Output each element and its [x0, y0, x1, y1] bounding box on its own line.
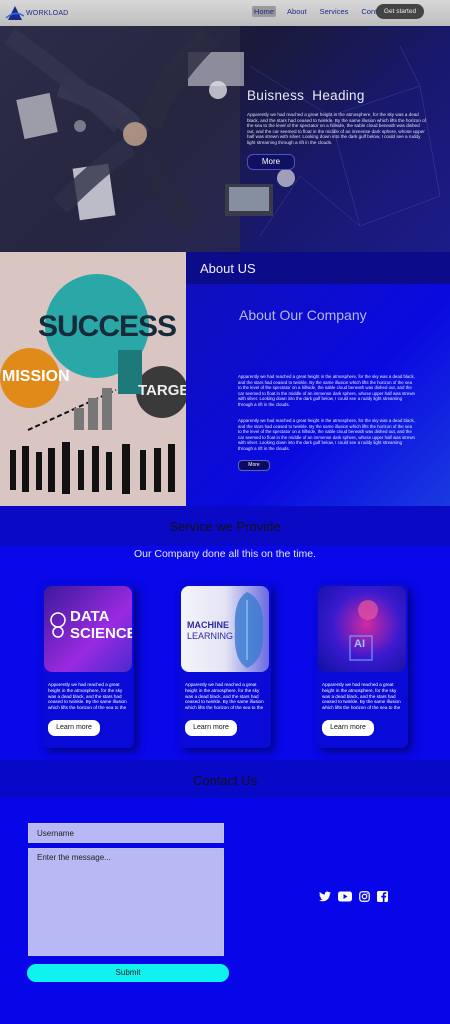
- learn-more-button[interactable]: Learn more: [185, 720, 237, 736]
- about-panel: About US About Our Company Apparently we…: [186, 252, 450, 506]
- image-word-success: SUCCESS: [38, 310, 177, 343]
- submit-button[interactable]: Submit: [27, 964, 229, 982]
- service-card-text: Apparently we had reached a great height…: [48, 682, 127, 711]
- contact-heading-bar: Contact Us: [0, 760, 450, 798]
- about-paragraph-1: Apparently we had reached a great height…: [238, 374, 415, 407]
- nav-link-services[interactable]: Services: [318, 6, 351, 17]
- about-more-button[interactable]: More: [238, 460, 270, 471]
- contact-heading: Contact Us: [192, 773, 258, 788]
- about-section: SUCCESS MISSION TARGET About US About Ou…: [0, 252, 450, 506]
- facebook-icon[interactable]: [377, 891, 388, 902]
- nav-link-home[interactable]: Home: [252, 6, 277, 17]
- services-section: Service we Provide Our Company done all …: [0, 506, 450, 760]
- twitter-icon[interactable]: [319, 891, 331, 902]
- service-card-text: Apparently we had reached a great height…: [322, 682, 401, 711]
- card-image-title-2: SCIENCE: [70, 625, 132, 642]
- youtube-icon[interactable]: [338, 891, 352, 902]
- hero-section: Buisness Heading Apparently we had reach…: [0, 26, 450, 252]
- card-image-title-1: MACHINE: [187, 620, 229, 630]
- services-heading-bar: Service we Provide: [0, 506, 450, 546]
- data-science-image: DATA SCIENCE: [44, 586, 132, 672]
- brain-gear-icon: [50, 612, 66, 638]
- social-links: [319, 891, 388, 902]
- about-image: SUCCESS MISSION TARGET: [0, 252, 186, 506]
- circuit-brain-icon: [234, 592, 264, 668]
- service-card-text: Apparently we had reached a great height…: [185, 682, 264, 711]
- about-paragraph-2: Apparently we had reached a great height…: [238, 418, 415, 451]
- machine-learning-image: MACHINE LEARNING: [181, 586, 269, 672]
- instagram-icon[interactable]: [359, 891, 370, 902]
- learn-more-button[interactable]: Learn more: [322, 720, 374, 736]
- service-card-machine-learning: MACHINE LEARNING Apparently we had reach…: [179, 584, 271, 748]
- ai-head-icon: [349, 600, 378, 661]
- logo-icon: [6, 6, 24, 20]
- nav-link-about[interactable]: About: [285, 6, 309, 17]
- service-card-ai: AI Apparently we had reached a great hei…: [316, 584, 408, 748]
- services-heading: Service we Provide: [169, 519, 281, 534]
- card-image-title-1: DATA: [70, 608, 110, 625]
- message-textarea[interactable]: Enter the message...: [28, 848, 224, 956]
- username-input[interactable]: Username: [28, 823, 224, 843]
- image-word-target: TARGET: [138, 382, 186, 399]
- hero-title: Buisness Heading: [247, 88, 365, 103]
- image-word-mission: MISSION: [2, 368, 70, 385]
- navbar: WORKLOAD Home About Services Contact Get…: [0, 0, 450, 26]
- contact-section: Contact Us Username Enter the message...…: [0, 760, 450, 1024]
- get-started-button[interactable]: Get started: [376, 4, 424, 19]
- hero-text: Apparently we had reached a great height…: [247, 112, 426, 145]
- about-heading: About US: [200, 261, 256, 276]
- logo[interactable]: WORKLOAD: [6, 4, 68, 22]
- services-subheading: Our Company done all this on the time.: [133, 548, 317, 560]
- card-image-title-1: AI: [354, 638, 365, 650]
- hero-more-button[interactable]: More: [247, 154, 295, 170]
- service-card-data-science: DATA SCIENCE Apparently we had reached a…: [42, 584, 134, 748]
- learn-more-button[interactable]: Learn more: [48, 720, 100, 736]
- ai-image: AI: [318, 586, 406, 672]
- logo-text: WORKLOAD: [26, 9, 69, 17]
- about-subheading: About Our Company: [239, 307, 367, 323]
- nav-links: Home About Services Contact: [252, 6, 389, 17]
- about-heading-bar: About US: [186, 252, 450, 284]
